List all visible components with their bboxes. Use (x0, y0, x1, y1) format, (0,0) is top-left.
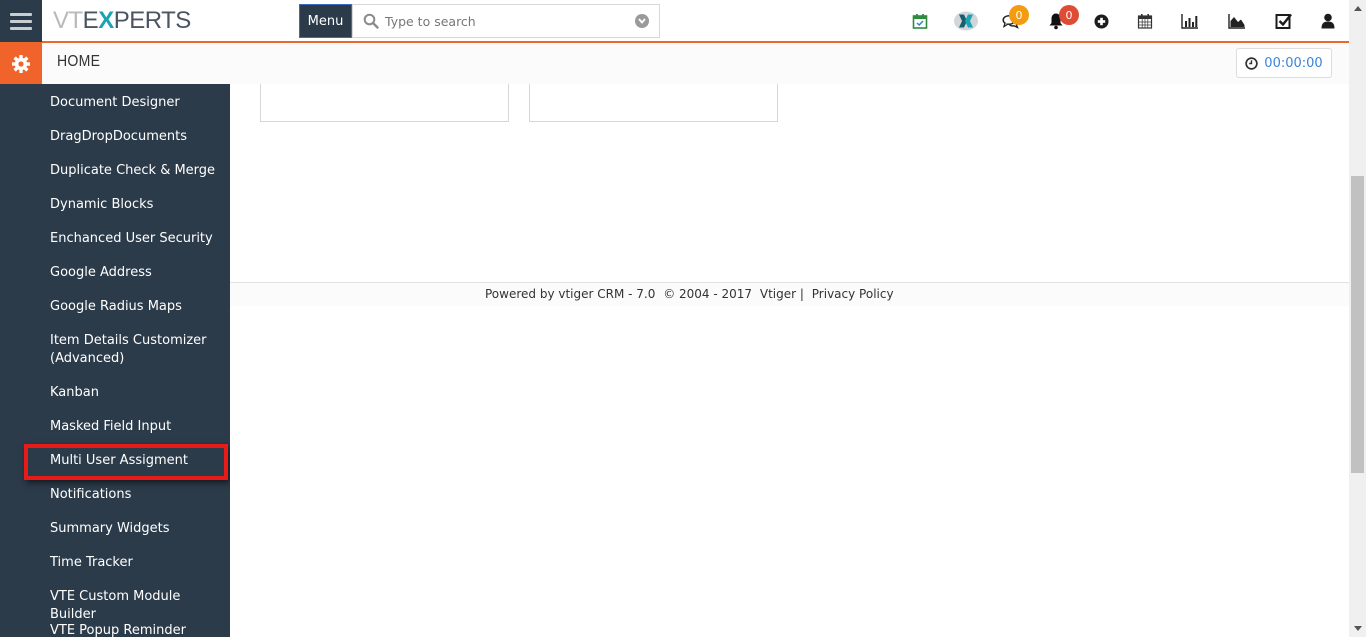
sidebar-item-dynamic-blocks[interactable]: Dynamic Blocks (50, 196, 225, 214)
settings-button[interactable] (0, 43, 42, 84)
timer-value: 00:00:00 (1264, 55, 1323, 71)
settings-card (260, 84, 509, 122)
tasks-button[interactable] (1274, 11, 1294, 31)
footer-separator: | (799, 287, 804, 301)
sidebar-item-duplicate-check-merge[interactable]: Duplicate Check & Merge (50, 162, 225, 180)
search-input[interactable] (379, 6, 635, 36)
scroll-up-button[interactable] (1349, 0, 1366, 17)
vtexperts-button[interactable] (953, 11, 979, 31)
plus-circle-icon (1094, 14, 1108, 28)
global-search[interactable] (352, 4, 660, 38)
messages-count-badge: 0 (1009, 5, 1029, 25)
search-icon (363, 13, 379, 29)
notifications-button[interactable]: 0 (1046, 5, 1079, 31)
sidebar-item-multi-user-assigment[interactable]: Multi User Assigment (50, 452, 225, 470)
settings-card (529, 84, 778, 122)
logo-text-vt: VT (53, 7, 83, 34)
scroll-down-button[interactable] (1349, 620, 1366, 637)
main-content: Powered by vtiger CRM - 7.0 © 2004 - 201… (230, 84, 1349, 637)
hamburger-icon-bar (10, 26, 32, 30)
sidebar-item-dragdropdocuments[interactable]: DragDropDocuments (50, 128, 225, 146)
task-checkbox-icon (1275, 13, 1292, 29)
page-scrollbar[interactable] (1349, 0, 1366, 637)
sidebar-item-kanban[interactable]: Kanban (50, 384, 225, 402)
footer-privacy-policy-link[interactable]: Privacy Policy (812, 287, 894, 301)
footer-powered-by: Powered by vtiger CRM - 7.0 (485, 287, 656, 301)
sidebar-item-google-radius-maps[interactable]: Google Radius Maps (50, 298, 225, 316)
page-title: HOME (57, 53, 101, 70)
sidebar-item-time-tracker[interactable]: Time Tracker (50, 554, 225, 572)
user-icon (1321, 13, 1335, 29)
logo-text-e: E (82, 7, 99, 34)
gear-icon (12, 54, 30, 73)
sidebar-item-enchanced-user-security[interactable]: Enchanced User Security (50, 230, 225, 248)
calendar-button[interactable] (1135, 11, 1155, 31)
top-header: VTEXPERTS Menu Type to search 0 0 (0, 0, 1349, 43)
scrollbar-thumb[interactable] (1351, 176, 1364, 474)
triangle-down-icon (1353, 626, 1362, 631)
hamburger-icon-bar (10, 12, 32, 16)
footer-copyright: © 2004 - 2017 (663, 287, 753, 301)
sidebar-item-google-address[interactable]: Google Address (50, 264, 225, 282)
clock-icon (1245, 56, 1259, 70)
sidebar-item-masked-field-input[interactable]: Masked Field Input (50, 418, 225, 436)
app-menu-toggle[interactable] (0, 0, 42, 42)
sub-header: HOME 00:00:00 (0, 43, 1349, 84)
calendar-check-icon (912, 14, 928, 29)
bar-chart-icon (1181, 14, 1198, 29)
vtexperts-x-icon (954, 11, 978, 31)
quick-create-button[interactable] (1091, 11, 1111, 31)
reports-button[interactable] (1180, 11, 1200, 31)
footer-vtiger-link[interactable]: Vtiger (760, 287, 796, 301)
logo-text-x: X (98, 7, 114, 34)
calendar-icon (1137, 14, 1153, 29)
quick-calendar-button[interactable] (910, 11, 930, 31)
page-footer: Powered by vtiger CRM - 7.0 © 2004 - 201… (230, 282, 1349, 306)
messages-button[interactable]: 0 (1001, 5, 1029, 31)
dashboard-button[interactable] (1227, 11, 1247, 31)
menu-button[interactable]: Menu (299, 4, 352, 38)
sidebar-item-vte-custom-module-builder[interactable]: VTE Custom Module Builder (50, 588, 225, 624)
triangle-up-icon (1353, 6, 1362, 11)
sidebar-item-item-details-customizer[interactable]: Item Details Customizer (Advanced) (50, 332, 225, 368)
area-chart-icon (1228, 14, 1245, 29)
brand-logo[interactable]: VTEXPERTS (53, 8, 191, 34)
settings-sidebar: Document Designer DragDropDocuments Dupl… (0, 84, 230, 637)
sidebar-item-vte-popup-reminder[interactable]: VTE Popup Reminder (50, 622, 225, 637)
hamburger-icon-bar (10, 19, 32, 23)
user-profile-button[interactable] (1318, 11, 1338, 31)
footer-text: Powered by vtiger CRM - 7.0 © 2004 - 201… (485, 287, 894, 301)
sidebar-item-summary-widgets[interactable]: Summary Widgets (50, 520, 225, 538)
logo-text-perts: PERTS (113, 7, 192, 34)
time-tracker-button[interactable]: 00:00:00 (1236, 48, 1332, 78)
sidebar-item-notifications[interactable]: Notifications (50, 486, 225, 504)
sidebar-item-document-designer[interactable]: Document Designer (50, 94, 225, 112)
notifications-count-badge: 0 (1059, 5, 1079, 25)
chevron-down-icon (638, 18, 646, 24)
search-options-dropdown[interactable] (635, 14, 649, 28)
